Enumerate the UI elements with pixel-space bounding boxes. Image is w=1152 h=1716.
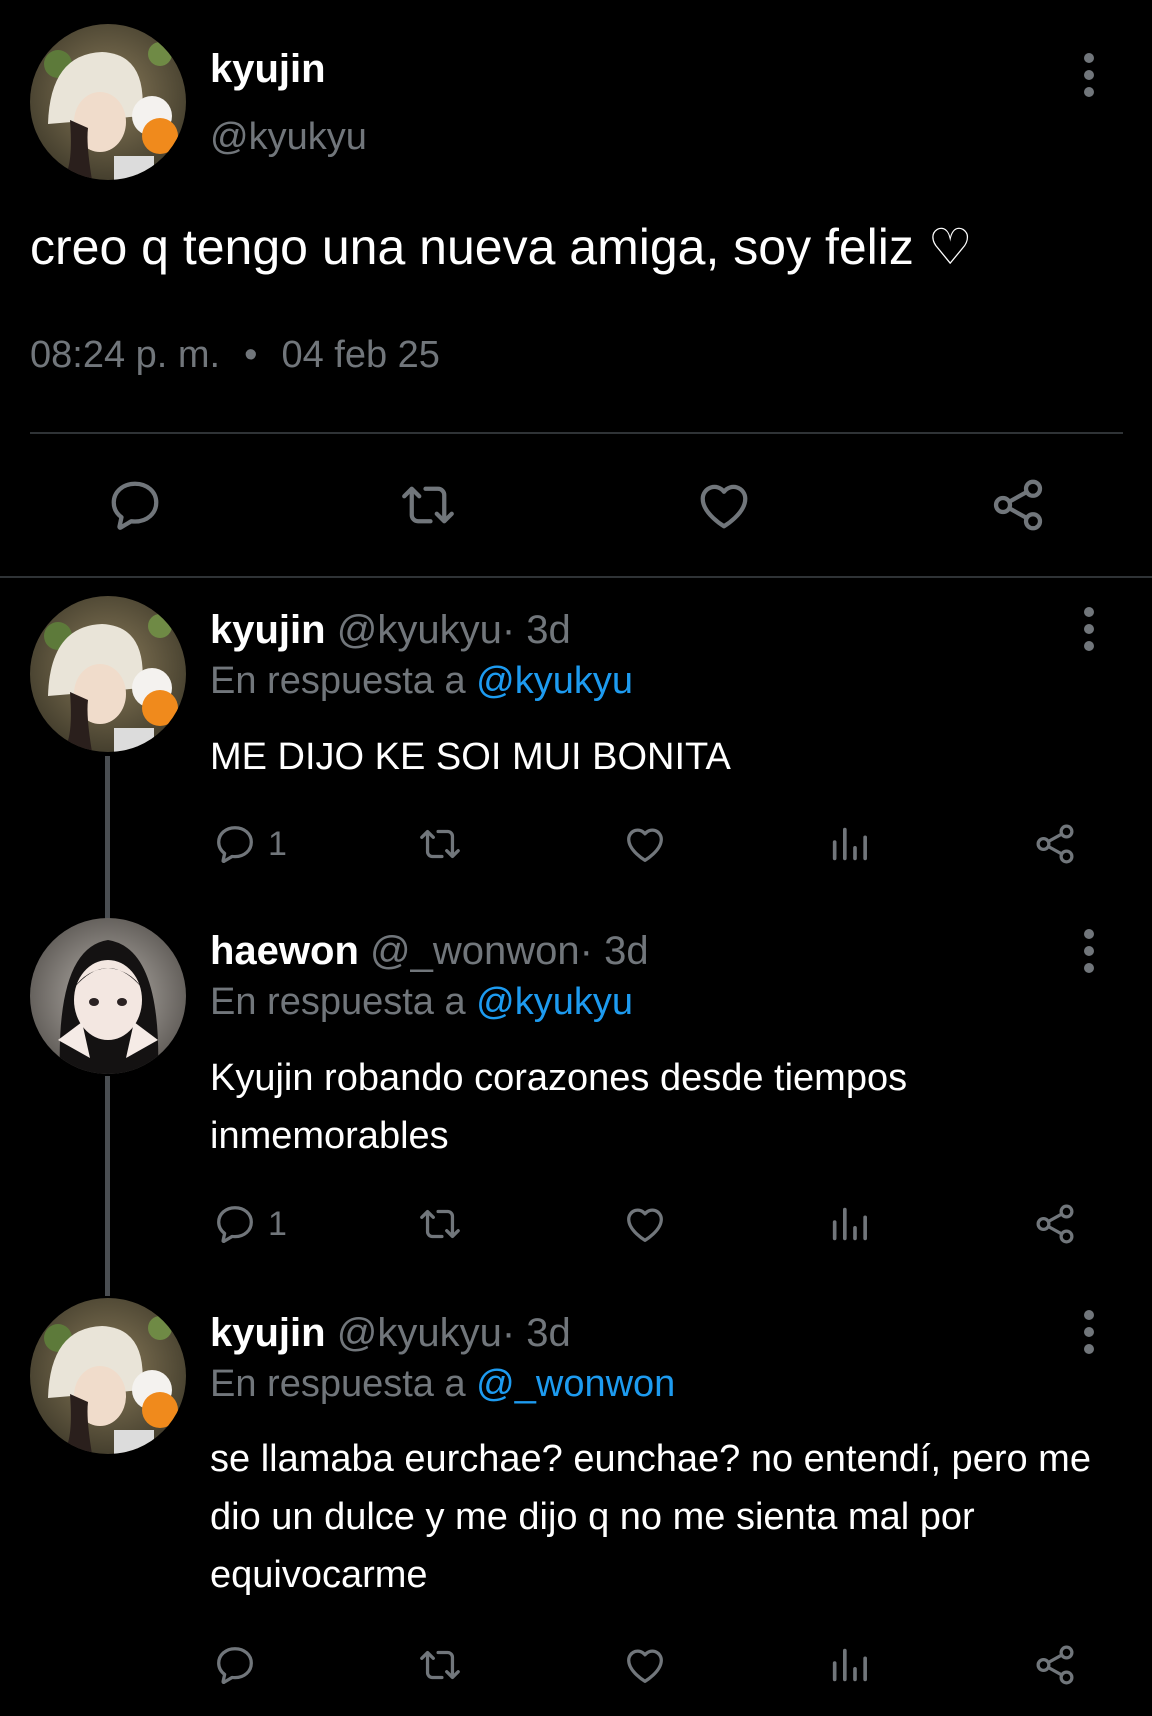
share-icon: [1032, 821, 1078, 867]
reply-3-header: kyujin @kyukyu· 3d: [210, 1307, 571, 1359]
reply-2-retweet-button[interactable]: [417, 1197, 463, 1251]
main-reply-button[interactable]: [103, 473, 167, 537]
reply-age: · 3d: [579, 929, 649, 973]
reply-prefix: En respuesta a: [210, 981, 466, 1023]
reply-3-views-button[interactable]: [827, 1638, 873, 1692]
main-author-name[interactable]: kyujin: [210, 44, 326, 94]
more-options-icon[interactable]: [1081, 53, 1097, 97]
views-icon: [827, 1642, 873, 1688]
reply-2-reply-button[interactable]: 1: [212, 1197, 287, 1251]
like-icon: [622, 821, 668, 867]
reply-count: 1: [268, 1204, 287, 1243]
main-tweet-timestamp: 08:24 p. m. • 04 feb 25: [30, 330, 440, 380]
tweet-time: 08:24 p. m.: [30, 334, 221, 376]
views-icon: [827, 821, 873, 867]
like-icon: [694, 475, 754, 535]
reply-icon: [212, 1201, 258, 1247]
reply-count: 1: [268, 824, 287, 863]
reply-1-like-button[interactable]: [622, 817, 668, 871]
like-icon: [622, 1201, 668, 1247]
more-options-icon[interactable]: [1081, 607, 1097, 651]
reply-1-reply-to: En respuesta a @kyukyu: [210, 656, 633, 706]
reply-2-like-button[interactable]: [622, 1197, 668, 1251]
reply-to-mention[interactable]: @kyukyu: [476, 660, 633, 702]
more-options-icon[interactable]: [1081, 1310, 1097, 1354]
reply-age: · 3d: [501, 1311, 571, 1355]
reply-to-mention[interactable]: @kyukyu: [476, 981, 633, 1023]
main-author-avatar[interactable]: [30, 24, 186, 180]
like-icon: [622, 1642, 668, 1688]
meta-separator: •: [244, 334, 258, 376]
retweet-icon: [398, 475, 458, 535]
share-icon: [988, 475, 1048, 535]
section-divider: [0, 576, 1152, 578]
share-icon: [1032, 1642, 1078, 1688]
main-author-handle[interactable]: @kyukyu: [210, 112, 367, 162]
reply-1-retweet-button[interactable]: [417, 817, 463, 871]
reply-author-handle[interactable]: @_wonwon: [370, 929, 580, 973]
reply-3-retweet-button[interactable]: [417, 1638, 463, 1692]
main-like-button[interactable]: [692, 473, 756, 537]
views-icon: [827, 1201, 873, 1247]
reply-3-avatar[interactable]: [30, 1298, 186, 1454]
reply-3-share-button[interactable]: [1032, 1638, 1078, 1692]
reply-1-views-button[interactable]: [827, 817, 873, 871]
reply-to-mention[interactable]: @_wonwon: [476, 1363, 675, 1405]
reply-1-header: kyujin @kyukyu· 3d: [210, 604, 571, 656]
reply-1-share-button[interactable]: [1032, 817, 1078, 871]
retweet-icon: [417, 1201, 463, 1247]
share-icon: [1032, 1201, 1078, 1247]
reply-2-header: haewon @_wonwon· 3d: [210, 925, 649, 977]
reply-author-name[interactable]: haewon: [210, 929, 359, 973]
reply-2-reply-to: En respuesta a @kyukyu: [210, 977, 633, 1027]
reply-icon: [212, 821, 258, 867]
more-options-icon[interactable]: [1081, 929, 1097, 973]
reply-3-text: se llamaba eurchae? eunchae? no entendí,…: [210, 1438, 1091, 1596]
divider: [30, 432, 1123, 434]
reply-icon: [105, 475, 165, 535]
reply-1-text: ME DIJO KE SOI MUI BONITA: [210, 736, 731, 778]
reply-2-text: Kyujin robando corazones desde tiempos i…: [210, 1057, 908, 1157]
reply-author-name[interactable]: kyujin: [210, 608, 326, 652]
thread-line: [105, 1076, 110, 1296]
reply-icon: [212, 1642, 258, 1688]
reply-author-name[interactable]: kyujin: [210, 1311, 326, 1355]
retweet-icon: [417, 1642, 463, 1688]
tweet-date: 04 feb 25: [281, 334, 440, 376]
reply-1-avatar[interactable]: [30, 596, 186, 752]
reply-author-handle[interactable]: @kyukyu: [337, 1311, 502, 1355]
reply-prefix: En respuesta a: [210, 660, 466, 702]
reply-2-share-button[interactable]: [1032, 1197, 1078, 1251]
reply-author-handle[interactable]: @kyukyu: [337, 608, 502, 652]
reply-2-avatar[interactable]: [30, 918, 186, 1074]
main-share-button[interactable]: [986, 473, 1050, 537]
reply-prefix: En respuesta a: [210, 1363, 466, 1405]
main-retweet-button[interactable]: [396, 473, 460, 537]
reply-2-views-button[interactable]: [827, 1197, 873, 1251]
reply-1-reply-button[interactable]: 1: [212, 817, 287, 871]
thread-line: [105, 756, 110, 919]
reply-age: · 3d: [501, 608, 571, 652]
reply-3-reply-button[interactable]: [212, 1638, 268, 1692]
main-tweet-text: creo q tengo una nueva amiga, soy feliz …: [30, 219, 973, 275]
retweet-icon: [417, 821, 463, 867]
reply-3-reply-to: En respuesta a @_wonwon: [210, 1359, 675, 1409]
reply-3-like-button[interactable]: [622, 1638, 668, 1692]
